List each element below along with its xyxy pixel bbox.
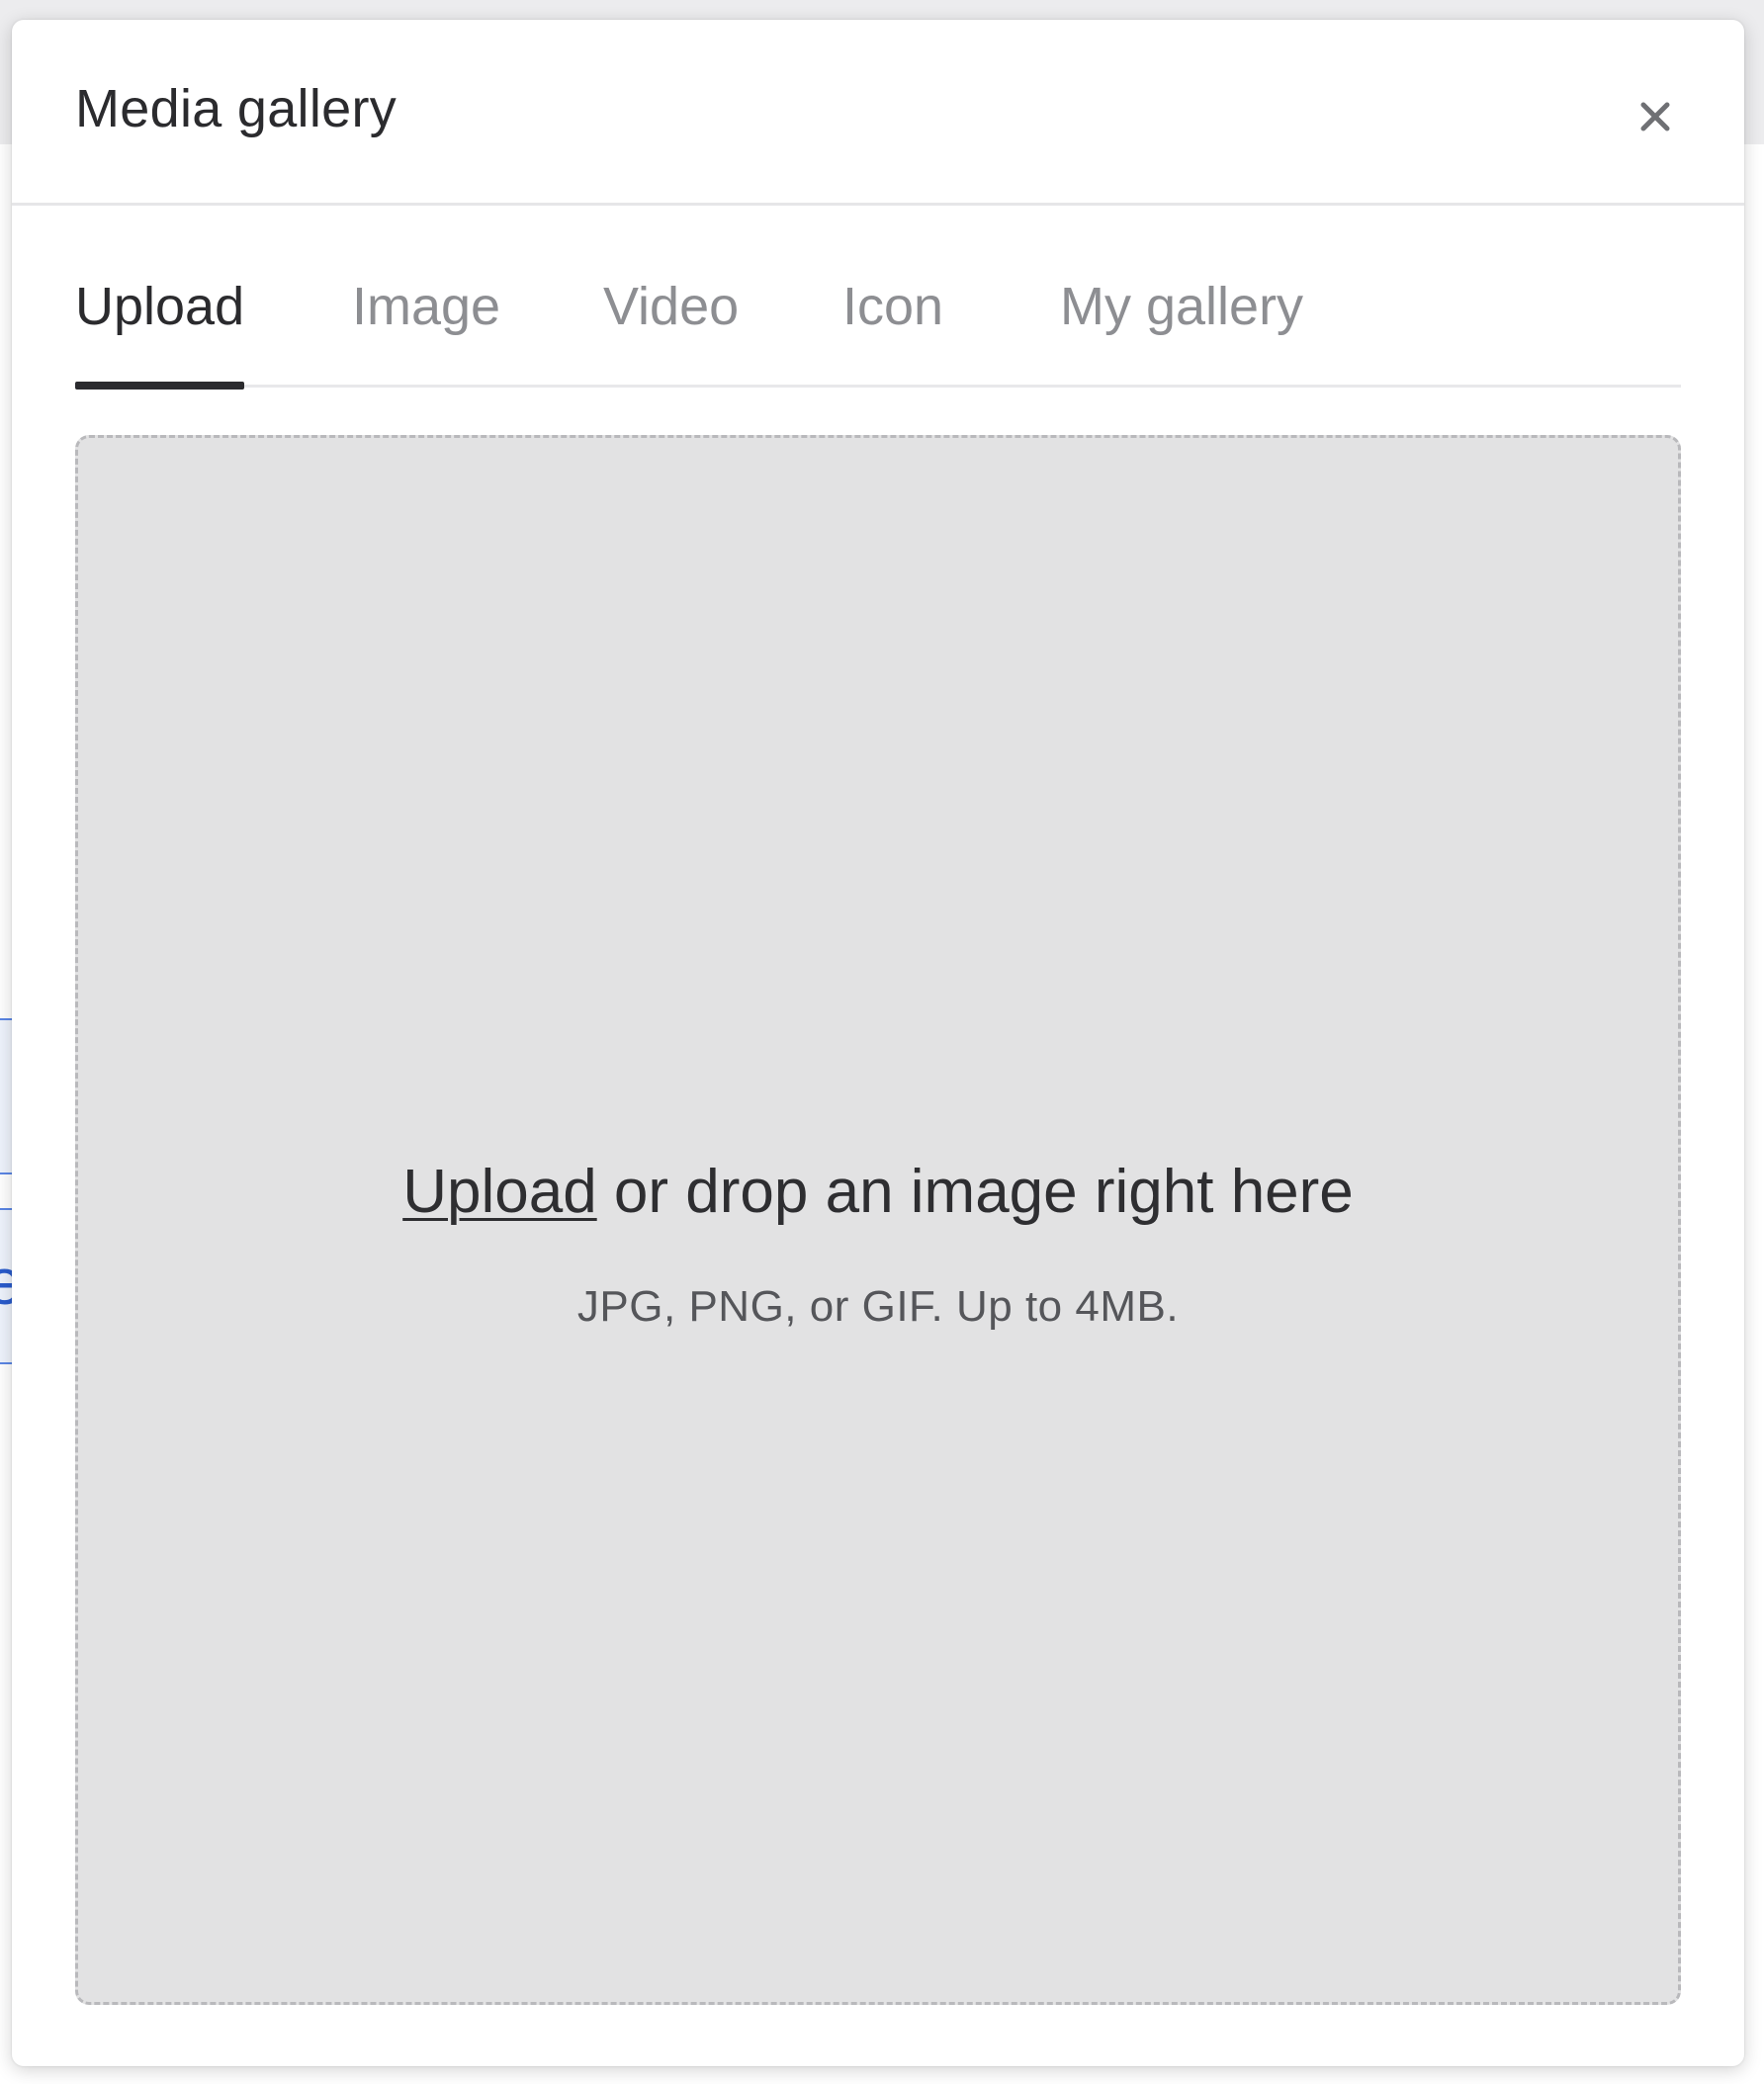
close-icon	[1640, 102, 1670, 131]
upload-link[interactable]: Upload	[402, 1158, 596, 1226]
media-gallery-modal: Media gallery Upload Image Video Icon My…	[12, 20, 1744, 2066]
modal-header: Media gallery	[12, 20, 1744, 206]
tab-video[interactable]: Video	[603, 275, 739, 388]
upload-dropzone[interactable]: Upload or drop an image right here JPG, …	[75, 435, 1681, 2005]
background-selected-cell	[0, 1018, 12, 1174]
background-selected-cell: e	[0, 1208, 12, 1364]
media-tabs: Upload Image Video Icon My gallery	[75, 249, 1681, 390]
tab-my-gallery[interactable]: My gallery	[1060, 275, 1303, 388]
tab-icon[interactable]: Icon	[842, 275, 943, 388]
tab-upload[interactable]: Upload	[75, 275, 245, 390]
dropzone-instruction: Upload or drop an image right here	[78, 1156, 1678, 1229]
dropzone-instruction-text: or drop an image right here	[596, 1158, 1354, 1226]
close-button[interactable]	[1628, 89, 1683, 144]
modal-title: Media gallery	[75, 79, 397, 138]
dropzone-file-hint: JPG, PNG, or GIF. Up to 4MB.	[576, 1282, 1180, 1331]
background-partial-text: e	[0, 1232, 12, 1331]
tab-image[interactable]: Image	[352, 275, 500, 388]
